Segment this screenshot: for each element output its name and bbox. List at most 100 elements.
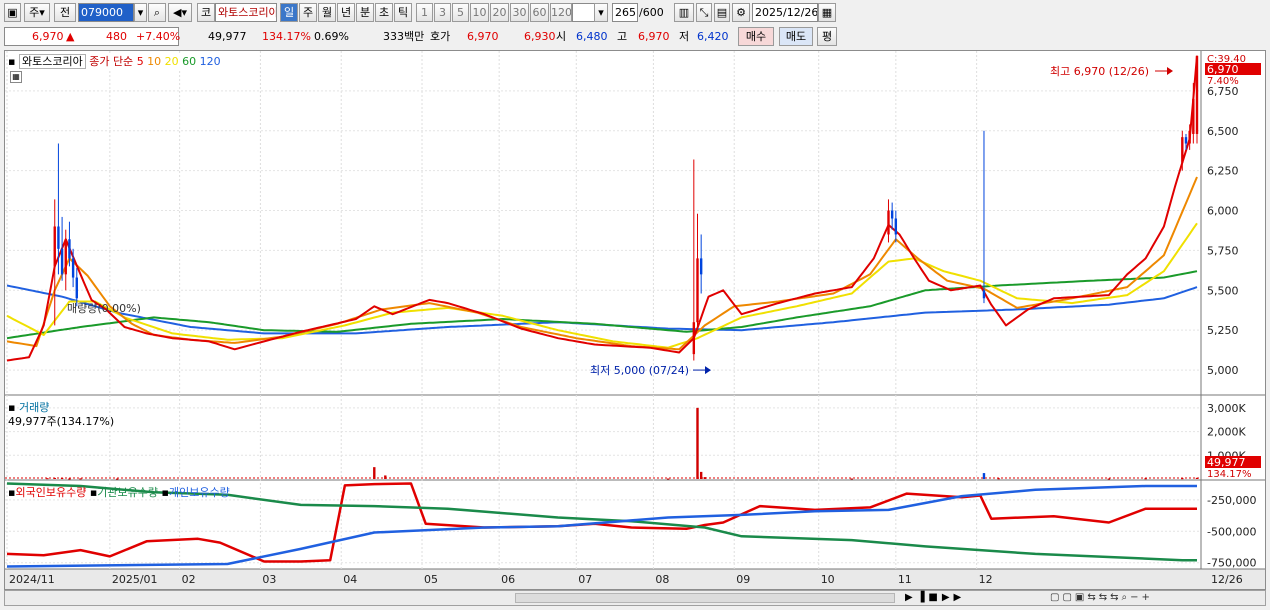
ask-price: 6,970 <box>467 30 499 43</box>
period-tab-1[interactable]: 주 <box>299 3 317 22</box>
price-change: 480 <box>106 30 127 43</box>
bid-price: 6,930 <box>524 30 556 43</box>
holdings-series-2[interactable]: 기관보유수량 <box>97 486 158 499</box>
candle-body-3 <box>64 239 67 275</box>
period-tab-6[interactable]: 틱 <box>394 3 412 22</box>
interval-button-6[interactable]: 60 <box>530 3 549 22</box>
interval-button-5[interactable]: 30 <box>510 3 529 22</box>
x-tick-label-2: 02 <box>182 573 196 586</box>
holdings-series-1[interactable]: 외국인보유수량 <box>15 486 86 499</box>
ma-line-60 <box>6 270 1198 340</box>
x-tick-label-9: 09 <box>736 573 750 586</box>
x-tick-label-5: 05 <box>424 573 438 586</box>
playback-controls[interactable]: ▶▐■▶▶ <box>905 591 965 605</box>
save-icon[interactable]: ▤ <box>714 3 730 22</box>
calendar-icon[interactable]: ▦ <box>818 3 836 22</box>
volume-value: 49,977 <box>208 30 247 43</box>
price-badge-pct: 7.40% <box>1207 76 1239 87</box>
period-tab-5[interactable]: 초 <box>375 3 393 22</box>
eval-button[interactable]: 평 <box>817 27 837 46</box>
count-input[interactable]: 265 <box>612 3 638 22</box>
scroll-thumb[interactable] <box>515 593 895 603</box>
price-y-tick-6: 6,500 <box>1207 125 1239 138</box>
holdings-y-tick-0: -250,000 <box>1207 494 1256 507</box>
open-price: 6,480 <box>576 30 608 43</box>
period-tab-4[interactable]: 분 <box>356 3 374 22</box>
prev-button[interactable]: 전 <box>54 3 76 22</box>
ma-line-5 <box>6 55 1198 362</box>
volume-summary: 49,977주(134.17%) <box>8 415 115 428</box>
stock-code-input[interactable]: 079000 <box>78 3 134 22</box>
candle-body-11 <box>890 210 894 219</box>
ma-legend-3[interactable]: 60 <box>179 55 196 68</box>
interval-button-4[interactable]: 20 <box>490 3 509 22</box>
x-tick-label-4: 04 <box>343 573 357 586</box>
table-icon[interactable]: ▦ <box>10 71 22 83</box>
buy-button[interactable]: 매수 <box>738 27 774 46</box>
holdings-y-tick-2: -750,000 <box>1207 557 1256 570</box>
mode-label: 주 <box>29 6 40 19</box>
chart-canvas[interactable]: 2024/11 2025/01 02 03 04 05 06 07 08 09 10 11 12 12/2… <box>5 51 1265 589</box>
volume-bar-13 <box>982 473 986 479</box>
x-tick-label-10: 10 <box>821 573 835 586</box>
chart-type-icon[interactable]: ▣ <box>4 3 21 22</box>
x-tick-label-0: 2024/11 <box>9 573 55 586</box>
ma-legend-0[interactable]: 5 <box>137 55 144 68</box>
horizontal-scrollbar[interactable]: ▶▐■▶▶ ▢▢▣⇆⇆⇆⌕−+ <box>4 590 1266 606</box>
search-icon[interactable]: ⌕ <box>148 3 166 22</box>
side-volume-note: 매량량(0.00%) <box>67 302 141 315</box>
volume-bar-12 <box>850 478 853 480</box>
period-tab-3[interactable]: 년 <box>337 3 355 22</box>
ma-legend-2[interactable]: 20 <box>161 55 179 68</box>
ma-label[interactable]: 종가 단순 <box>89 55 133 68</box>
holdings-legend: ▪외국인보유수량 ▪기관보유수량 ▪개인보유수량 <box>8 484 230 500</box>
volume-bar-6 <box>373 467 376 479</box>
ma-legend-4[interactable]: 120 <box>196 55 221 68</box>
high-arrow-icon <box>1167 67 1173 75</box>
interval-button-2[interactable]: 5 <box>452 3 469 22</box>
sell-button[interactable]: 매도 <box>779 27 813 46</box>
candle-icon[interactable]: ▥ <box>674 3 694 22</box>
candle-body-9 <box>699 258 703 275</box>
holdings-series-3[interactable]: 개인보유수량 <box>169 486 230 499</box>
interval-button-1[interactable]: 3 <box>434 3 451 22</box>
up-arrow-icon: ▲ <box>66 30 75 43</box>
volume-bar-9 <box>696 407 699 479</box>
candle-body-1 <box>57 226 60 249</box>
candle-body-6 <box>75 277 78 299</box>
low-label: 저 <box>679 30 690 43</box>
code-dropdown-icon[interactable]: ▾ <box>134 3 147 22</box>
high-annotation: 최고 6,970 (12/26) <box>1050 65 1149 78</box>
interval-button-0[interactable]: 1 <box>416 3 433 22</box>
price-y-tick-2: 5,500 <box>1207 284 1239 297</box>
x-tick-label-1: 2025/01 <box>112 573 158 586</box>
interval-button-7[interactable]: 120 <box>550 3 572 22</box>
period-tab-0[interactable]: 일 <box>280 3 298 22</box>
x-tick-label-12: 12 <box>979 573 993 586</box>
low-price: 6,420 <box>697 30 729 43</box>
interval-dropdown-icon[interactable]: ▾ <box>594 3 608 22</box>
period-tab-2[interactable]: 월 <box>318 3 336 22</box>
zoom-tools-icon[interactable]: ▢▢▣⇆⇆⇆⌕−+ <box>1050 591 1153 605</box>
date-input[interactable]: 2025/12/26 <box>752 3 818 22</box>
candle-body-18 <box>1195 55 1199 134</box>
chart-area[interactable]: 2024/11 2025/01 02 03 04 05 06 07 08 09 10 11 12 12/2… <box>4 50 1266 590</box>
price-panel-name[interactable]: 와토스코리아 <box>18 54 86 69</box>
volume-bar-8 <box>666 478 670 480</box>
interval-button-3[interactable]: 10 <box>470 3 489 22</box>
volume-badge-pct: 134.17% <box>1207 469 1252 480</box>
mode-dropdown[interactable]: 주▾ <box>24 3 50 22</box>
settings-gear-icon[interactable]: ⚙ <box>732 3 750 22</box>
candle-body-10 <box>887 210 890 235</box>
x-tick-label-11: 11 <box>898 573 912 586</box>
speaker-icon[interactable]: ◀▾ <box>168 3 192 22</box>
crosshair-icon[interactable]: ⤡ <box>696 3 712 22</box>
candle-body-13 <box>982 290 986 299</box>
ma-legend-1[interactable]: 10 <box>144 55 161 68</box>
high-price: 6,970 <box>638 30 670 43</box>
candle-body-14 <box>1181 137 1184 163</box>
price-panel-legend: ▪ 와토스코리아 종가 단순 5 10 20 60 120 <box>8 53 221 69</box>
open-label: 시 <box>556 30 567 43</box>
low-annotation: 최저 5,000 (07/24) <box>590 364 689 377</box>
candle-body-16 <box>1188 130 1191 144</box>
